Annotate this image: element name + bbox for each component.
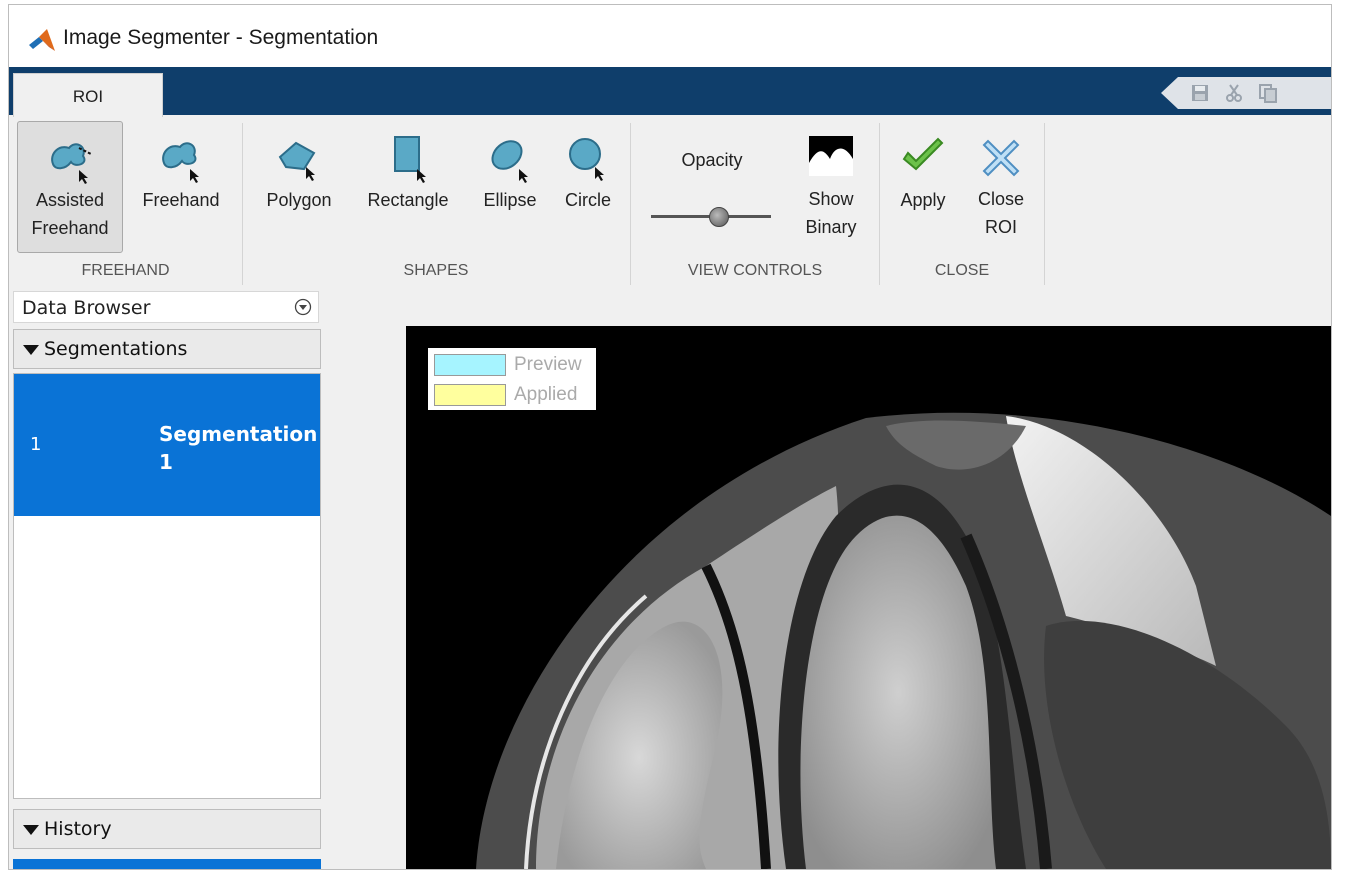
history-section-label: History (44, 818, 112, 840)
app-window: Image Segmenter - Segmentation ROI Assis… (8, 4, 1332, 870)
close-roi-label: Close ROI (965, 185, 1037, 241)
segmentation-index: 1 (30, 434, 42, 455)
show-binary-button[interactable]: Show Binary (791, 121, 871, 251)
data-browser-header: Data Browser (13, 291, 319, 323)
image-axes[interactable]: Preview Applied (406, 326, 1331, 869)
opacity-slider-thumb[interactable] (709, 207, 729, 227)
segmentations-list: 1 Segmentation 1 (13, 373, 321, 799)
group-separator (242, 123, 243, 285)
segmentations-section-label: Segmentations (44, 338, 188, 360)
group-separator (1044, 123, 1045, 285)
polygon-label: Polygon (266, 190, 332, 210)
assisted-freehand-label: Assisted Freehand (18, 186, 122, 242)
ellipse-icon (491, 140, 528, 183)
title-bar: Image Segmenter - Segmentation (9, 5, 1331, 67)
assisted-freehand-label-line1: Assisted (35, 190, 105, 210)
circle-icon (569, 138, 604, 181)
group-label-freehand: FREEHAND (81, 262, 170, 279)
show-binary-label-line1: Show (808, 189, 854, 209)
legend-applied-label: Applied (514, 384, 578, 405)
close-icon (982, 139, 1020, 177)
assisted-freehand-icon (51, 143, 92, 184)
data-browser-title: Data Browser (22, 297, 151, 319)
freehand-button[interactable]: Freehand (131, 121, 231, 251)
assisted-freehand-button[interactable]: Assisted Freehand (17, 121, 123, 253)
preview-swatch (434, 354, 506, 376)
collapse-arrow-icon (23, 825, 39, 835)
opacity-label: Opacity (681, 150, 743, 170)
ellipse-button[interactable]: Ellipse (471, 121, 549, 251)
assisted-freehand-label-line2: Freehand (31, 218, 109, 238)
image-canvas-area: Preview Applied (331, 289, 1331, 869)
show-binary-icon (809, 136, 853, 176)
group-label-close: CLOSE (934, 262, 990, 279)
close-roi-button[interactable]: Close ROI (965, 121, 1037, 251)
segmentations-section-header[interactable]: Segmentations (13, 329, 321, 369)
checkmark-icon (902, 137, 944, 171)
rectangle-label: Rectangle (367, 190, 449, 210)
apply-label: Apply (900, 190, 946, 210)
segmentation-name: Segmentation 1 (159, 422, 318, 474)
matlab-logo-icon (29, 29, 55, 51)
circle-button[interactable]: Circle (555, 121, 621, 251)
polygon-icon (278, 141, 316, 181)
toolstrip: Assisted Freehand Freehand FREEHAND Poly… (9, 117, 1331, 290)
freehand-icon (162, 142, 199, 183)
group-separator (879, 123, 880, 285)
group-label-shapes: SHAPES (403, 262, 469, 279)
history-list-item[interactable] (13, 859, 321, 869)
show-binary-label-line2: Binary (805, 217, 857, 237)
polygon-button[interactable]: Polygon (255, 121, 343, 251)
applied-swatch (434, 384, 506, 406)
legend: Preview Applied (428, 348, 596, 410)
apply-button[interactable]: Apply (887, 121, 959, 251)
legend-preview-label: Preview (514, 354, 582, 375)
ellipse-label: Ellipse (483, 190, 537, 210)
collapse-arrow-icon (23, 345, 39, 355)
circle-label: Circle (564, 190, 611, 210)
window-title: Image Segmenter - Segmentation (63, 26, 379, 49)
rectangle-icon (394, 136, 426, 183)
freehand-label: Freehand (142, 190, 220, 210)
history-section-header[interactable]: History (13, 809, 321, 849)
tab-roi[interactable]: ROI (13, 73, 163, 118)
close-roi-label-line2: ROI (984, 217, 1017, 237)
rectangle-button[interactable]: Rectangle (355, 121, 461, 251)
close-roi-label-line1: Close (977, 189, 1025, 209)
chevron-down-icon[interactable] (294, 298, 312, 316)
list-item[interactable]: 1 Segmentation 1 (14, 374, 320, 516)
save-icon[interactable] (1189, 83, 1211, 103)
group-label-view-controls: VIEW CONTROLS (687, 262, 823, 279)
data-browser-panel: Data Browser Segmentations 1 Segmentatio… (9, 289, 331, 869)
copy-icon[interactable] (1257, 83, 1279, 103)
tab-bar (9, 67, 1331, 115)
quick-access-toolbar (1161, 77, 1331, 109)
group-separator (630, 123, 631, 285)
show-binary-label: Show Binary (791, 185, 871, 241)
cut-icon[interactable] (1223, 83, 1245, 103)
